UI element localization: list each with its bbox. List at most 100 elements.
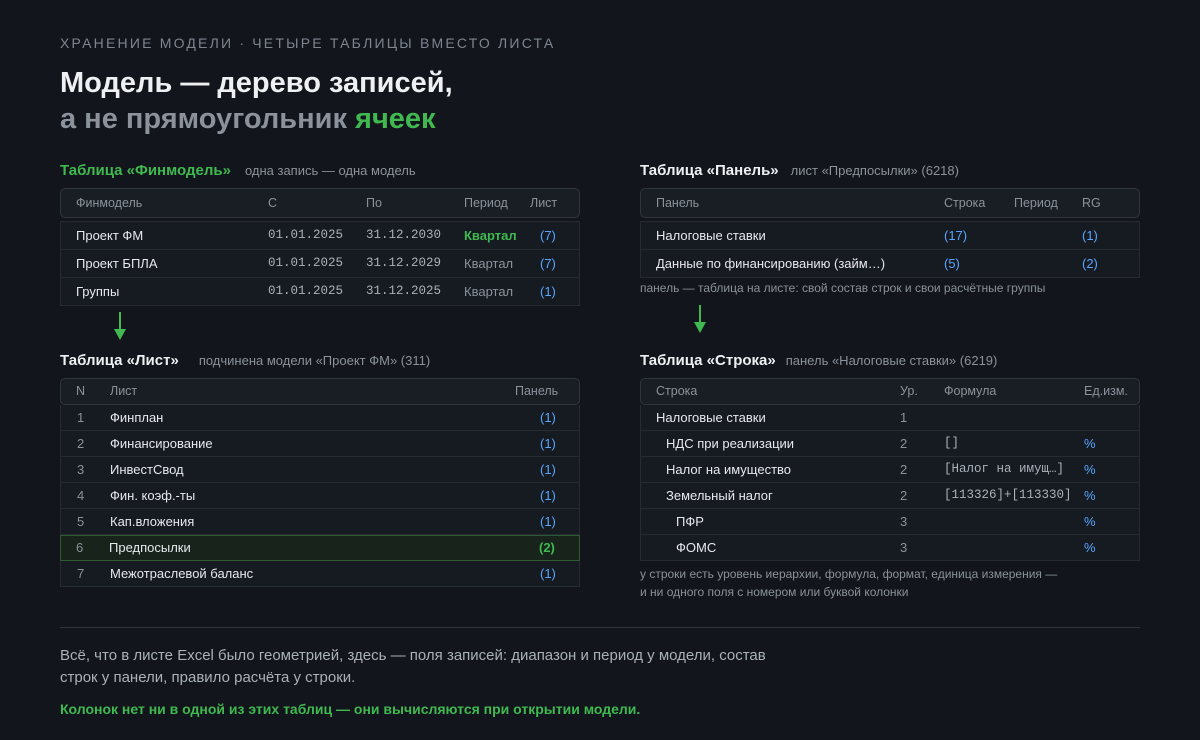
- table-row[interactable]: Земельный налог 2 [113326]+[113330] %: [640, 483, 1140, 509]
- title-line2-accent: ячеек: [355, 103, 436, 135]
- finmodel-name: Проект ФМ: [76, 228, 144, 243]
- table-row[interactable]: Налоговые ставки (17) (1): [640, 221, 1140, 250]
- finmodel-period: Квартал: [464, 228, 517, 243]
- sheet-number: 4: [77, 488, 85, 503]
- col-header-panel[interactable]: Панель: [515, 379, 558, 404]
- table-row[interactable]: Проект БПЛА 01.01.2025 31.12.2029 Кварта…: [60, 250, 580, 278]
- col-header-row[interactable]: Строка: [656, 379, 697, 404]
- col-header-rg[interactable]: RG: [1082, 189, 1101, 217]
- row-level: 2: [900, 488, 908, 503]
- col-header-formula[interactable]: Формула: [944, 379, 996, 404]
- col-header-period[interactable]: Период: [1014, 189, 1058, 217]
- finmodel-to: 31.12.2025: [366, 284, 442, 298]
- row-table-header: Строка Ур. Формула Ед.изм.: [640, 378, 1140, 405]
- row-level: 3: [900, 540, 908, 555]
- row-level: 1: [900, 410, 908, 425]
- table-row[interactable]: ПФР 3 %: [640, 509, 1140, 535]
- sheet-name: Финплан: [110, 410, 164, 425]
- finmodel-from: 01.01.2025: [268, 228, 344, 242]
- arrow-down-icon: [114, 312, 126, 340]
- row-name: ФОМС: [676, 540, 717, 555]
- row-unit[interactable]: %: [1084, 535, 1096, 560]
- table-row[interactable]: 2 Финансирование (1): [60, 431, 580, 457]
- panel-name: Налоговые ставки: [656, 228, 766, 243]
- footer-text: Всё, что в листе Excel было геометрией, …: [60, 647, 766, 686]
- table-row[interactable]: ФОМС 3 %: [640, 535, 1140, 561]
- row-formula: [Налог на имущ…]: [944, 462, 1065, 476]
- row-table-subtitle: панель «Налоговые ставки» (6219): [785, 353, 998, 368]
- sheet-number: 6: [76, 540, 84, 555]
- finmodel-period: Квартал: [464, 284, 514, 299]
- sheet-name: Финансирование: [110, 436, 213, 451]
- table-row[interactable]: Группы 01.01.2025 31.12.2025 Квартал (1): [60, 278, 580, 306]
- finmodel-to: 31.12.2029: [366, 256, 442, 270]
- finmodel-table: Финмодель С По Период Лист Проект ФМ 01.…: [60, 188, 580, 306]
- divider: [60, 627, 1140, 628]
- sheet-panels-link[interactable]: (2): [539, 536, 555, 560]
- panel-table: Панель Строка Период RG Налоговые ставки…: [640, 188, 1140, 278]
- finmodel-sheet-count-link[interactable]: (7): [540, 250, 556, 277]
- sheet-number: 5: [77, 514, 85, 529]
- panel-rows-link[interactable]: (17): [944, 222, 967, 249]
- table-row-selected[interactable]: 6 Предпосылки (2): [60, 535, 580, 561]
- col-header-sheet[interactable]: Лист: [110, 379, 137, 404]
- sheet-panels-link[interactable]: (1): [540, 431, 556, 456]
- table-row[interactable]: НДС при реализации 2 [] %: [640, 431, 1140, 457]
- col-header-level[interactable]: Ур.: [900, 379, 918, 404]
- row-name: ПФР: [676, 514, 704, 529]
- col-header-to[interactable]: По: [366, 189, 382, 217]
- panel-rg-link[interactable]: (1): [1082, 222, 1098, 249]
- row-level: 3: [900, 514, 908, 529]
- panel-note: панель — таблица на листе: свой состав с…: [640, 281, 1046, 295]
- col-header-n[interactable]: N: [76, 379, 85, 404]
- eyebrow-label: ХРАНЕНИЕ МОДЕЛИ · ЧЕТЫРЕ ТАБЛИЦЫ ВМЕСТО …: [60, 35, 556, 51]
- col-header-rows[interactable]: Строка: [944, 189, 985, 217]
- finmodel-title: Таблица «Финмодель»: [60, 162, 231, 179]
- table-row[interactable]: Налог на имущество 2 [Налог на имущ…] %: [640, 457, 1140, 483]
- col-header-finmodel[interactable]: Финмодель: [76, 189, 142, 217]
- panel-table-header: Панель Строка Период RG: [640, 188, 1140, 218]
- sheet-panels-link[interactable]: (1): [540, 509, 556, 534]
- panel-heading: Таблица «Панель» лист «Предпосылки» (6218…: [640, 162, 959, 179]
- table-row[interactable]: 5 Кап.вложения (1): [60, 509, 580, 535]
- row-unit[interactable]: %: [1084, 457, 1096, 482]
- table-row[interactable]: 3 ИнвестСвод (1): [60, 457, 580, 483]
- row-table-heading: Таблица «Строка» панель «Налоговые ставки…: [640, 352, 997, 369]
- finmodel-from: 01.01.2025: [268, 284, 344, 298]
- page-title-line1: Модель — дерево записей,: [60, 67, 453, 99]
- table-row[interactable]: Проект ФМ 01.01.2025 31.12.2030 Квартал …: [60, 221, 580, 250]
- panel-name: Данные по финансированию (займ…): [656, 256, 886, 271]
- row-unit[interactable]: %: [1084, 509, 1096, 534]
- sheet-panels-link[interactable]: (1): [540, 457, 556, 482]
- col-header-from[interactable]: С: [268, 189, 277, 217]
- finmodel-sheet-count-link[interactable]: (7): [540, 222, 556, 249]
- col-header-sheet[interactable]: Лист: [530, 189, 557, 217]
- sheet-number: 7: [77, 566, 85, 581]
- table-row[interactable]: Налоговые ставки 1: [640, 405, 1140, 431]
- table-row[interactable]: 4 Фин. коэф.-ты (1): [60, 483, 580, 509]
- table-row[interactable]: 1 Финплан (1): [60, 405, 580, 431]
- panel-rg-link[interactable]: (2): [1082, 250, 1098, 277]
- sheet-panels-link[interactable]: (1): [540, 561, 556, 586]
- panel-rows-link[interactable]: (5): [944, 250, 960, 277]
- finmodel-heading: Таблица «Финмодель» одна запись — одна мо…: [60, 162, 416, 179]
- table-row[interactable]: Данные по финансированию (займ…) (5) (2): [640, 250, 1140, 278]
- sheet-name: Межотраслевой баланс: [110, 566, 254, 581]
- sheet-name: Фин. коэф.-ты: [110, 488, 196, 503]
- row-unit[interactable]: %: [1084, 483, 1096, 508]
- table-row[interactable]: 7 Межотраслевой баланс (1): [60, 561, 580, 587]
- sheet-heading: Таблица «Лист» подчинена модели «Проект Ф…: [60, 352, 430, 369]
- finmodel-subtitle: одна запись — одна модель: [244, 163, 416, 178]
- row-unit[interactable]: %: [1084, 431, 1096, 456]
- col-header-unit[interactable]: Ед.изм.: [1084, 379, 1128, 404]
- sheet-number: 1: [77, 410, 85, 425]
- sheet-table: N Лист Панель 1 Финплан (1) 2 Финансиров…: [60, 378, 580, 587]
- col-header-panel[interactable]: Панель: [656, 189, 699, 217]
- col-header-period[interactable]: Период: [464, 189, 508, 217]
- row-table-title: Таблица «Строка»: [640, 352, 776, 369]
- finmodel-sheet-count-link[interactable]: (1): [540, 278, 556, 305]
- finmodel-from: 01.01.2025: [268, 256, 344, 270]
- sheet-panels-link[interactable]: (1): [540, 405, 556, 430]
- sheet-panels-link[interactable]: (1): [540, 483, 556, 508]
- row-name: Налог на имущество: [666, 462, 792, 477]
